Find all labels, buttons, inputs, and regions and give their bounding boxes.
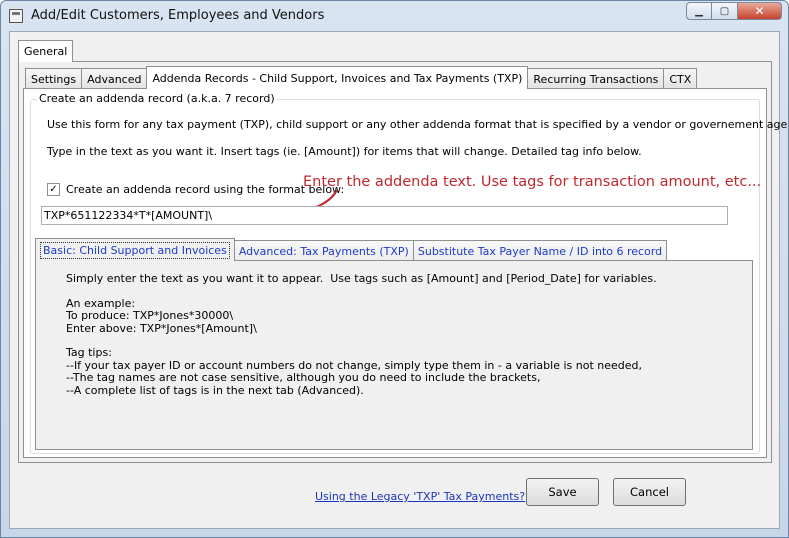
addenda-groupbox: Create an addenda record (a.k.a. 7 recor… [30,92,788,454]
legacy-txp-link[interactable]: Using the Legacy 'TXP' Tax Payments? [315,490,525,503]
cancel-button[interactable]: Cancel [613,478,686,506]
help-line: --If your tax payer ID or account number… [66,358,643,372]
save-button[interactable]: Save [526,478,599,506]
minimize-button[interactable]: ▁ [686,2,712,20]
maximize-button[interactable]: ▢ [712,2,738,20]
addenda-format-input[interactable]: TXP*651122334*T*[AMOUNT]\ [41,206,728,225]
dialog-client-area: General Settings Advanced Addenda Record… [9,31,788,529]
tab-advanced[interactable]: Advanced [81,68,148,89]
help-line: Simply enter the text as you want it to … [66,272,657,285]
tab-addenda-records[interactable]: Addenda Records - Child Support, Invoice… [146,66,529,89]
tab-advanced-tax-payments[interactable]: Advanced: Tax Payments (TXP) [233,240,414,261]
inner-tab-strip: Settings Advanced Addenda Records - Chil… [25,66,698,89]
tab-substitute-tax-payer[interactable]: Substitute Tax Payer Name / ID into 6 re… [412,240,668,261]
basic-help-panel: Simply enter the text as you want it to … [35,260,753,450]
tab-general[interactable]: General [18,40,74,62]
groupbox-label: Create an addenda record (a.k.a. 7 recor… [37,92,277,105]
tab-ctx[interactable]: CTX [663,68,698,89]
help-line: Enter above: TXP*Jones*[Amount]\ [66,321,257,335]
help-line: To produce: TXP*Jones*30000\ [66,309,234,323]
help-tab-strip: Basic: Child Support and Invoices Advanc… [35,238,668,261]
window-controls: ▁ ▢ ✕ [686,2,782,20]
general-tab-panel: Settings Advanced Addenda Records - Chil… [18,61,788,463]
tab-settings[interactable]: Settings [25,68,83,89]
app-icon [9,9,23,23]
intro-text-2: Type in the text as you want it. Insert … [47,145,642,158]
help-line: --A complete list of tags is in the next… [66,383,364,397]
help-line: Tag tips: [66,346,112,360]
dialog-window: Add/Edit Customers, Employees and Vendor… [0,0,789,538]
tab-recurring-transactions[interactable]: Recurring Transactions [527,68,665,89]
title-bar: Add/Edit Customers, Employees and Vendor… [1,1,788,31]
create-addenda-checkbox[interactable]: ✓ [47,183,60,196]
intro-text-1: Use this form for any tax payment (TXP),… [47,118,789,131]
help-line: --The tag names are not case sensitive, … [66,371,541,385]
close-button[interactable]: ✕ [738,2,782,20]
basic-help-text: Simply enter the text as you want it to … [66,272,657,397]
window-title: Add/Edit Customers, Employees and Vendor… [31,8,325,23]
addenda-tab-panel: Create an addenda record (a.k.a. 7 recor… [23,88,788,458]
tab-basic-child-support[interactable]: Basic: Child Support and Invoices [35,238,235,261]
tab-basic-label: Basic: Child Support and Invoices [40,241,230,259]
help-line: An example: [66,296,136,310]
annotation-callout: Enter the addenda text. Use tags for tra… [303,174,762,190]
